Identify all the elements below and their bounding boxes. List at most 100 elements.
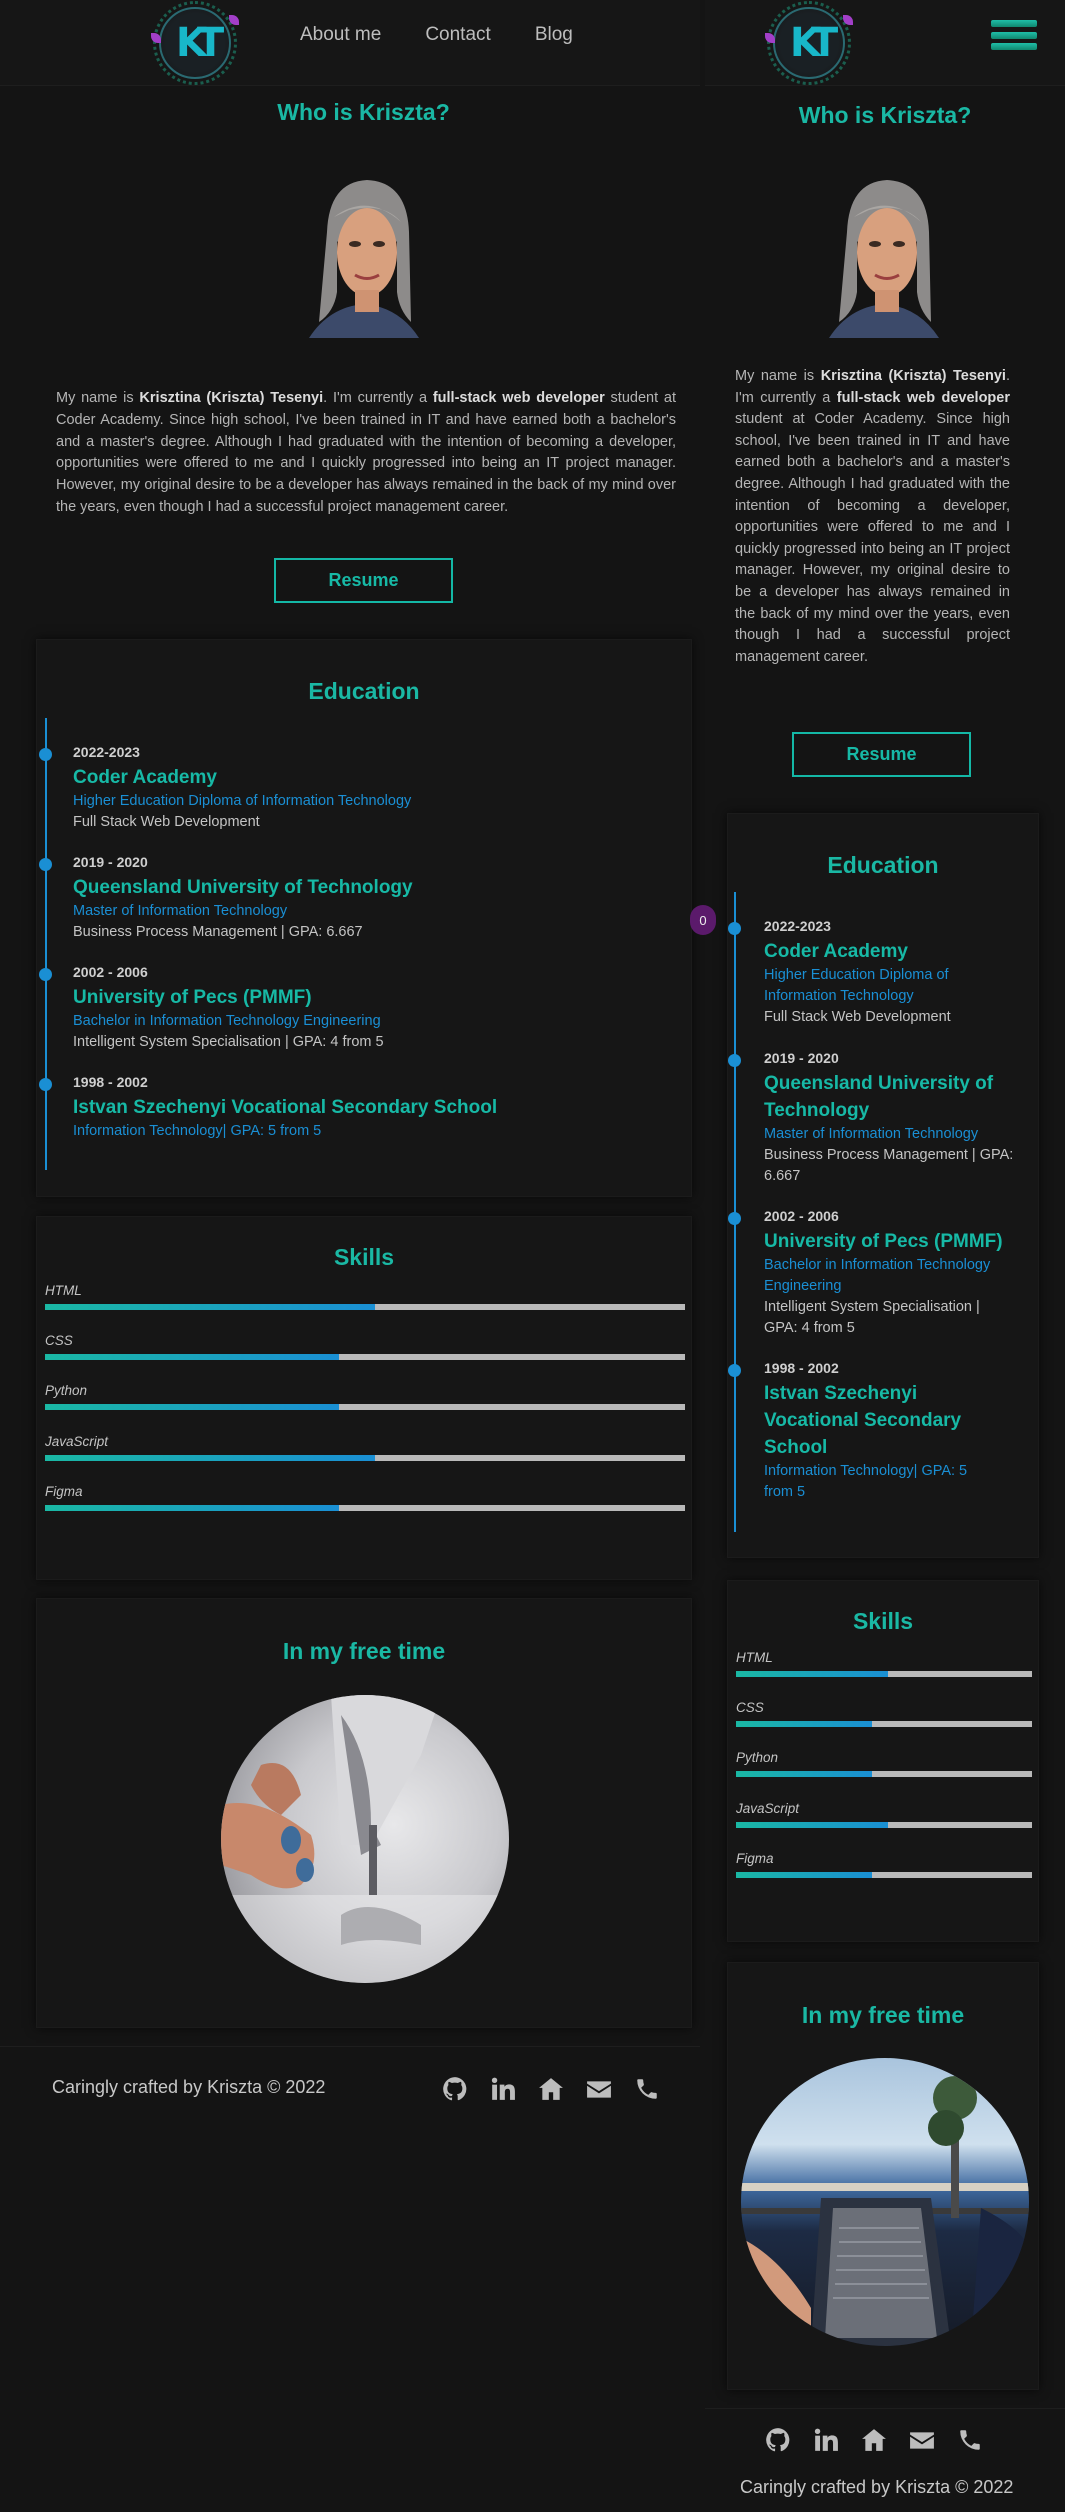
skill-bar bbox=[736, 1671, 1032, 1677]
bio-rest: student at Coder Academy. Since high sch… bbox=[735, 411, 1010, 665]
education-degree[interactable]: Information Technology| GPA: 5 from 5 bbox=[73, 1121, 673, 1142]
free-time-title: In my free time bbox=[282, 1638, 446, 1664]
linkedin-icon[interactable] bbox=[490, 2076, 516, 2102]
skill-row: CSS bbox=[45, 1333, 685, 1360]
home-icon[interactable] bbox=[861, 2427, 887, 2453]
education-school: Coder Academy bbox=[73, 767, 217, 788]
logo-monogram: KT bbox=[175, 20, 224, 66]
footer-credit: Caringly crafted by Kriszta © 2022 bbox=[740, 2477, 1014, 2497]
resume-button[interactable]: Resume bbox=[274, 558, 453, 603]
education-detail: Intelligent System Specialisation | GPA:… bbox=[764, 1299, 980, 1336]
education-degree[interactable]: Master of Information Technology bbox=[764, 1124, 1014, 1145]
avatar bbox=[289, 172, 439, 338]
nav-link-blog[interactable]: Blog bbox=[535, 24, 573, 46]
skill-row: HTML bbox=[736, 1650, 1032, 1677]
logo[interactable]: KT bbox=[759, 1, 859, 85]
nav-link-contact[interactable]: Contact bbox=[425, 24, 490, 46]
github-icon[interactable] bbox=[765, 2427, 791, 2453]
bio-role: full-stack web developer bbox=[432, 390, 605, 406]
timeline-dot bbox=[728, 1212, 741, 1225]
beach-reading-photo bbox=[741, 2058, 1029, 2346]
free-time-title: In my free time bbox=[801, 2002, 965, 2028]
home-icon[interactable] bbox=[538, 2076, 564, 2102]
bio-name: Krisztina (Kriszta) Tesenyi bbox=[820, 368, 1006, 384]
nav-link-about[interactable]: About me bbox=[300, 24, 381, 46]
sewing-illustration bbox=[221, 1695, 509, 1983]
education-years: 2002 - 2006 bbox=[764, 1208, 839, 1224]
about-title: Who is Kriszta? bbox=[798, 102, 972, 128]
education-degree[interactable]: Higher Education Diploma of Information … bbox=[764, 965, 1014, 1007]
education-item: 2022-2023 Coder Academy Higher Education… bbox=[73, 744, 673, 833]
hamburger-menu-icon[interactable] bbox=[991, 20, 1037, 50]
education-school: Queensland University of Technology bbox=[764, 1073, 994, 1121]
timeline-dot bbox=[39, 1078, 52, 1091]
skill-bar-fill bbox=[736, 1721, 873, 1727]
skill-name: CSS bbox=[45, 1333, 73, 1348]
education-card: Education 2022-2023 Coder Academy Higher… bbox=[727, 813, 1039, 1558]
skill-name: Python bbox=[45, 1383, 88, 1398]
education-school: Istvan Szechenyi Vocational Secondary Sc… bbox=[764, 1383, 962, 1458]
education-item: 2002 - 2006 University of Pecs (PMMF) Ba… bbox=[764, 1208, 1014, 1339]
logo[interactable]: KT bbox=[145, 1, 245, 85]
education-detail: Business Process Management | GPA: 6.667 bbox=[73, 924, 363, 940]
hamburger-line bbox=[991, 43, 1037, 50]
skill-row: HTML bbox=[45, 1283, 685, 1310]
timeline-dot bbox=[39, 968, 52, 981]
bio-intro: My name is bbox=[735, 368, 821, 384]
mobile-view: KT Who is Kriszta? My name is Krisztina … bbox=[705, 0, 1065, 2512]
bio-mid: . I'm currently a bbox=[323, 390, 433, 406]
skill-bar bbox=[736, 1721, 1032, 1727]
skill-row: Python bbox=[736, 1750, 1032, 1777]
education-degree[interactable]: Bachelor in Information Technology Engin… bbox=[764, 1255, 1014, 1297]
skill-row: JavaScript bbox=[45, 1434, 685, 1461]
skill-bar bbox=[736, 1872, 1032, 1878]
github-icon[interactable] bbox=[442, 2076, 468, 2102]
education-years: 2022-2023 bbox=[73, 744, 140, 760]
education-degree[interactable]: Master of Information Technology bbox=[73, 901, 673, 922]
education-item: 2022-2023 Coder Academy Higher Education… bbox=[764, 918, 1014, 1028]
skill-name: HTML bbox=[45, 1283, 82, 1298]
skill-bar bbox=[736, 1822, 1032, 1828]
skill-row: CSS bbox=[736, 1700, 1032, 1727]
skill-bar-fill bbox=[45, 1505, 340, 1511]
timeline-dot bbox=[39, 858, 52, 871]
beach-illustration bbox=[741, 2076, 1029, 2346]
phone-icon[interactable] bbox=[634, 2076, 660, 2102]
skill-bar bbox=[45, 1505, 685, 1511]
envelope-icon[interactable] bbox=[586, 2076, 612, 2102]
skill-row: JavaScript bbox=[736, 1801, 1032, 1828]
bio-paragraph: My name is Krisztina (Kriszta) Tesenyi. … bbox=[735, 366, 1010, 668]
education-degree[interactable]: Information Technology| GPA: 5 from 5 bbox=[764, 1461, 994, 1503]
education-card: Education 2022-2023 Coder Academy Higher… bbox=[36, 639, 692, 1197]
education-degree[interactable]: Higher Education Diploma of Information … bbox=[73, 791, 673, 812]
education-years: 1998 - 2002 bbox=[764, 1360, 839, 1376]
envelope-icon[interactable] bbox=[909, 2427, 935, 2453]
social-links bbox=[442, 2076, 660, 2102]
desktop-view: KT About me Contact Blog Who is Kriszta?… bbox=[0, 0, 700, 2512]
education-years: 2002 - 2006 bbox=[73, 964, 148, 980]
bio-paragraph: My name is Krisztina (Kriszta) Tesenyi. … bbox=[56, 388, 676, 519]
logo-ring: KT bbox=[153, 1, 237, 85]
education-item: 2002 - 2006 University of Pecs (PMMF) Ba… bbox=[73, 964, 673, 1053]
skill-bar bbox=[736, 1771, 1032, 1777]
floating-badge[interactable]: 0 bbox=[690, 905, 716, 935]
timeline-dot bbox=[728, 922, 741, 935]
timeline-dot bbox=[728, 1364, 741, 1377]
education-item: 1998 - 2002 Istvan Szechenyi Vocational … bbox=[73, 1074, 673, 1142]
timeline-dot bbox=[728, 1054, 741, 1067]
education-school: Coder Academy bbox=[764, 941, 908, 962]
skill-name: JavaScript bbox=[736, 1801, 800, 1816]
education-years: 2019 - 2020 bbox=[764, 1050, 839, 1066]
resume-button[interactable]: Resume bbox=[792, 732, 971, 777]
linkedin-icon[interactable] bbox=[813, 2427, 839, 2453]
skill-row: Python bbox=[45, 1383, 685, 1410]
skill-bar-fill bbox=[45, 1455, 375, 1461]
navbar: KT About me Contact Blog bbox=[0, 0, 700, 86]
avatar bbox=[809, 172, 959, 338]
sewing-photo bbox=[221, 1695, 509, 1983]
education-title: Education bbox=[827, 852, 939, 878]
phone-icon[interactable] bbox=[957, 2427, 983, 2453]
education-degree[interactable]: Bachelor in Information Technology Engin… bbox=[73, 1011, 673, 1032]
skill-bar-fill bbox=[736, 1872, 873, 1878]
skill-bar bbox=[45, 1404, 685, 1410]
